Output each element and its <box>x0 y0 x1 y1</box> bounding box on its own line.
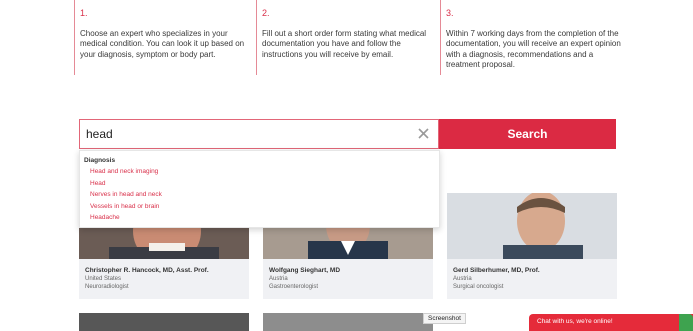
expert-specialty: Gastroenterologist <box>269 284 319 290</box>
step-number: 3. <box>446 8 454 18</box>
step-2: 2. Fill out a short order form stating w… <box>256 0 438 75</box>
expert-name: Wolfgang Sieghart, MD <box>269 267 341 274</box>
suggestion-item[interactable]: Nerves in head and neck <box>84 189 435 201</box>
tooltip: Screenshot <box>423 313 466 324</box>
expert-specialty: Neuroradiologist <box>85 284 129 290</box>
suggestion-item[interactable]: Head and neck imaging <box>84 166 435 178</box>
step-3: 3. Within 7 working days from the comple… <box>440 0 622 75</box>
suggestion-item[interactable]: Headache <box>84 212 435 224</box>
expert-country: United States <box>85 276 122 282</box>
expert-specialty: Surgical oncologist <box>453 284 504 290</box>
dropdown-section-title: Diagnosis <box>84 157 116 164</box>
close-icon[interactable] <box>417 127 430 140</box>
search-button[interactable]: Search <box>439 119 616 149</box>
expert-card-partial[interactable] <box>263 313 433 331</box>
expert-photo <box>447 193 617 259</box>
chat-label: Chat with us, we're online! <box>537 318 613 325</box>
step-number: 1. <box>80 8 88 18</box>
expert-name: Christopher R. Hancock, MD, Asst. Prof. <box>85 267 209 274</box>
expert-country: Austria <box>453 276 472 282</box>
search-input[interactable] <box>80 120 410 148</box>
expert-card-partial[interactable] <box>79 313 249 331</box>
chat-widget[interactable]: Chat with us, we're online! <box>529 314 693 331</box>
step-text: Within 7 working days from the completio… <box>446 29 621 70</box>
expert-country: Austria <box>269 276 288 282</box>
search-box <box>79 119 439 149</box>
autocomplete-dropdown: Diagnosis Head and neck imaging Head Ner… <box>79 150 440 228</box>
step-text: Choose an expert who specializes in your… <box>80 29 245 59</box>
suggestion-item[interactable]: Vessels in head or brain <box>84 201 435 213</box>
step-1: 1. Choose an expert who specializes in y… <box>74 0 256 75</box>
step-number: 2. <box>262 8 270 18</box>
chat-accent <box>679 314 693 331</box>
expert-name: Gerd Silberhumer, MD, Prof. <box>453 267 540 274</box>
expert-card[interactable]: Gerd Silberhumer, MD, Prof. Austria Surg… <box>447 193 617 299</box>
step-text: Fill out a short order form stating what… <box>262 29 427 59</box>
suggestion-item[interactable]: Head <box>84 178 435 190</box>
